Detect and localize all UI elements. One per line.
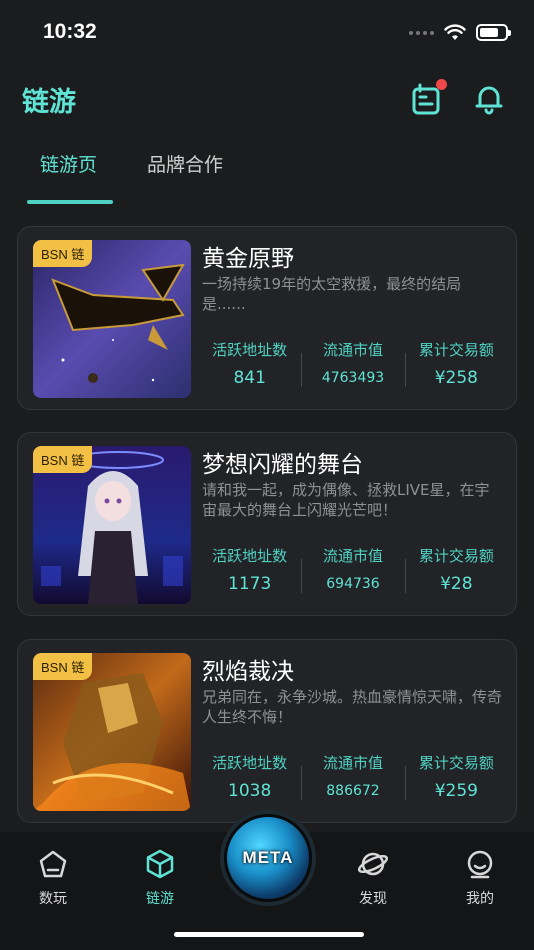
notification-dot [436, 79, 447, 90]
stat-label: 累计交易额 [418, 547, 494, 565]
stat-label: 流通市值 [322, 754, 383, 772]
nav-label: 发现 [359, 891, 387, 907]
game-card[interactable]: BSN 链 黄金原野 一场持续19年的太空救援，最终的结局是...... 活跃地… [17, 226, 517, 410]
nav-item-discover[interactable]: 发现 [333, 848, 413, 908]
stat-value: 886672 [326, 783, 380, 799]
battery-icon [476, 24, 511, 41]
bell-icon [475, 86, 503, 115]
page-title: 链游 [22, 87, 76, 118]
stat-market-cap: 流通市值 886672 [301, 750, 404, 800]
meta-label: META [242, 848, 294, 867]
chain-badge: BSN 链 [33, 240, 93, 267]
wifi-icon [444, 24, 466, 40]
nav-item-chain-games[interactable]: 链游 [120, 848, 200, 908]
stat-value: ¥28 [440, 574, 473, 594]
stat-value: 1173 [228, 574, 272, 594]
game-title: 烈焰裁决 [202, 659, 294, 685]
stat-value: 1038 [228, 781, 272, 801]
status-icons [409, 24, 511, 41]
game-stats: 活跃地址数 841 流通市值 4763493 累计交易额 ¥258 [198, 337, 508, 388]
game-cover-image: BSN 链 [33, 240, 191, 398]
home-indicator [174, 932, 364, 937]
game-cover-image: BSN 链 [33, 653, 191, 811]
cellular-signal-icon [409, 30, 434, 35]
stat-label: 流通市值 [322, 341, 383, 359]
stat-market-cap: 流通市值 694736 [301, 543, 404, 593]
stat-value: ¥259 [434, 781, 478, 801]
status-time: 10:32 [43, 20, 97, 43]
nav-label: 数玩 [39, 891, 67, 907]
notifications-button[interactable] [472, 82, 506, 116]
chain-badge: BSN 链 [33, 653, 93, 680]
stat-total-volume: 累计交易额 ¥258 [404, 337, 508, 388]
game-description: 一场持续19年的太空救援，最终的结局是...... [202, 275, 462, 313]
nav-item-mine[interactable]: 我的 [440, 848, 520, 908]
stat-label: 活跃地址数 [212, 341, 288, 359]
game-description: 请和我一起，成为偶像、拯救LIVE星，在宇宙最大的舞台上闪耀光芒吧！ [202, 481, 490, 519]
face-icon [467, 850, 493, 879]
nav-label: 我的 [466, 891, 494, 907]
order-list-button[interactable] [410, 79, 447, 116]
stat-label: 流通市值 [322, 547, 383, 565]
stat-value: 694736 [326, 576, 380, 592]
stat-value: 4763493 [321, 370, 385, 386]
active-tab-indicator [27, 200, 113, 204]
stat-label: 累计交易额 [418, 341, 494, 359]
game-title: 黄金原野 [202, 246, 294, 272]
nav-label: 链游 [146, 891, 174, 907]
stat-active-addresses: 活跃地址数 841 [198, 337, 301, 388]
tab-chain-games[interactable]: 链游页 [40, 150, 97, 177]
header: 链游 [0, 78, 534, 122]
game-stats: 活跃地址数 1173 流通市值 694736 累计交易额 ¥28 [198, 543, 508, 594]
stat-total-volume: 累计交易额 ¥28 [404, 543, 508, 594]
meta-center-button[interactable]: META [224, 814, 312, 902]
status-bar: 10:32 [0, 0, 534, 62]
game-card[interactable]: BSN 链 梦想闪耀的舞台 请和我一起，成为偶像、拯救LIVE星，在宇宙最大的舞… [17, 432, 517, 616]
tab-brand-cooperation[interactable]: 品牌合作 [147, 150, 223, 177]
stat-label: 活跃地址数 [212, 754, 288, 772]
game-stats: 活跃地址数 1038 流通市值 886672 累计交易额 ¥259 [198, 750, 508, 801]
stat-value: 841 [233, 368, 266, 388]
stat-total-volume: 累计交易额 ¥259 [404, 750, 508, 801]
game-description: 兄弟同在，永争沙城。热血豪情惊天啸，传奇人生终不悔！ [202, 688, 503, 726]
nav-item-shuwan[interactable]: 数玩 [13, 848, 93, 908]
cube-icon [146, 849, 174, 879]
stat-market-cap: 流通市值 4763493 [301, 337, 404, 387]
game-cover-image: BSN 链 [33, 446, 191, 604]
stat-label: 活跃地址数 [212, 547, 288, 565]
game-title: 梦想闪耀的舞台 [202, 452, 363, 478]
tab-bar: 链游页 品牌合作 [0, 142, 534, 206]
pentagon-icon [39, 850, 67, 878]
planet-icon [357, 852, 389, 876]
stat-value: ¥258 [434, 368, 478, 388]
stat-active-addresses: 活跃地址数 1038 [198, 750, 301, 801]
chain-badge: BSN 链 [33, 446, 93, 473]
game-card[interactable]: BSN 链 烈焰裁决 兄弟同在，永争沙城。热血豪情惊天啸，传奇人生终不悔！ 活跃… [17, 639, 517, 823]
stat-active-addresses: 活跃地址数 1173 [198, 543, 301, 594]
stat-label: 累计交易额 [418, 754, 494, 772]
